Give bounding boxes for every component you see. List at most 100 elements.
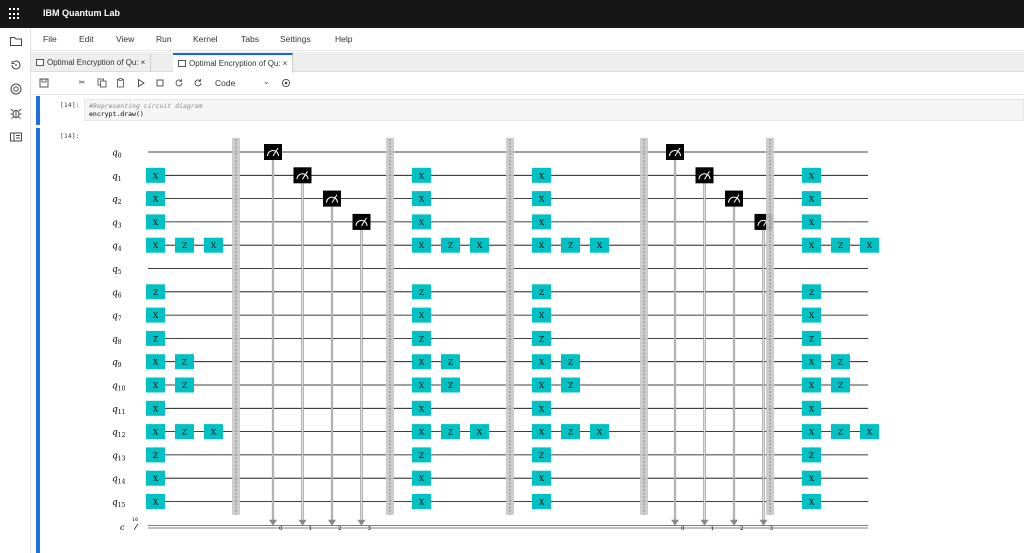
gate-label: X	[419, 218, 425, 227]
code-comment: #Representing circuit diagram	[89, 102, 203, 110]
gate-label: X	[539, 241, 545, 250]
gate-label: X	[419, 241, 425, 250]
chevron-down-icon[interactable]: ⌄	[263, 77, 270, 86]
notebook-toolbar: ✂ Code ⌄	[31, 73, 1024, 95]
measure-gate	[695, 167, 714, 184]
qubit-label: q11	[112, 405, 125, 416]
gate-label: X	[419, 171, 425, 180]
code-cell[interactable]: [14]: #Representing circuit diagram encr…	[36, 96, 1024, 125]
gate-label: Z	[568, 381, 573, 390]
qubit-label: q1	[112, 172, 122, 183]
gate-label: X	[153, 311, 159, 320]
qubit-label: q7	[112, 312, 122, 323]
gate-label: X	[539, 404, 545, 413]
gate-label: X	[419, 428, 425, 437]
tab-notebook-2[interactable]: Optimal Encryption of Qu: ×	[173, 53, 294, 73]
tab-notebook-1[interactable]: Optimal Encryption of Qu: ×	[31, 54, 152, 72]
gate-label: Z	[838, 428, 843, 437]
notebook-icon	[178, 60, 186, 67]
menu-file[interactable]: File	[43, 34, 57, 44]
close-icon[interactable]: ×	[283, 59, 288, 68]
output-prompt: [14]:	[60, 132, 80, 140]
gate-label: Z	[153, 451, 158, 460]
qubit-label: q2	[112, 195, 122, 206]
gate-label: X	[539, 428, 545, 437]
gate-label: Z	[448, 428, 453, 437]
app-switcher-icon[interactable]	[9, 8, 21, 20]
gate-label: X	[153, 428, 159, 437]
measure-arrow	[730, 519, 738, 526]
circuit-diagram: q0 q1 q2 q3 q4 q5 q6 q7 q8 q9 q10 q11 q12 q13 q14 q15 c 1…	[112, 138, 879, 532]
menu-help[interactable]: Help	[335, 34, 352, 44]
top-bar: IBM Quantum Lab	[0, 0, 1024, 28]
tab-label: Optimal Encryption of Qu:	[189, 59, 281, 68]
tab-bar: Optimal Encryption of Qu: × Optimal Encry…	[31, 52, 1024, 73]
gate-label: X	[153, 358, 159, 367]
qubit-label: q14	[112, 475, 126, 486]
debugger-icon[interactable]	[9, 106, 23, 120]
measure-bit-label: 0	[681, 526, 685, 532]
gate-label: X	[809, 311, 815, 320]
gate-label: X	[809, 498, 815, 507]
classical-size: 16	[132, 517, 138, 523]
save-icon[interactable]	[39, 78, 49, 88]
restart-icon[interactable]	[174, 78, 184, 88]
gate-label: Z	[838, 241, 843, 250]
stop-icon[interactable]	[155, 78, 165, 88]
gate-label: Z	[419, 288, 424, 297]
gate-label: Z	[568, 241, 573, 250]
run-icon[interactable]	[136, 78, 146, 88]
restart-run-all-icon[interactable]	[193, 78, 203, 88]
measure-gate	[323, 190, 341, 207]
menu-tabs[interactable]: Tabs	[241, 34, 259, 44]
menu-kernel[interactable]: Kernel	[193, 34, 218, 44]
gate-label: X	[809, 171, 815, 180]
gate-label: Z	[539, 334, 544, 343]
gate-label: X	[809, 381, 815, 390]
gate-label: X	[153, 171, 159, 180]
running-kernels-icon[interactable]	[9, 58, 23, 72]
gate-label: Z	[419, 334, 424, 343]
gate-label: X	[153, 218, 159, 227]
gate-label: Z	[182, 241, 187, 250]
cell-type-select[interactable]: Code	[215, 78, 235, 88]
paste-icon[interactable]	[116, 78, 126, 88]
qubit-label: q9	[112, 358, 122, 369]
classical-label: c	[120, 523, 125, 532]
gate-label: X	[597, 428, 603, 437]
gate-label: X	[539, 474, 545, 483]
classical-size-slash	[133, 523, 139, 530]
menu-run[interactable]: Run	[156, 34, 172, 44]
folder-icon[interactable]	[9, 34, 23, 48]
gate-label: Z	[153, 288, 158, 297]
menu-settings[interactable]: Settings	[280, 34, 311, 44]
close-icon[interactable]: ×	[141, 58, 146, 67]
app-title: IBM Quantum Lab	[43, 8, 120, 18]
gate-label: X	[419, 498, 425, 507]
gate-label: X	[419, 474, 425, 483]
copy-icon[interactable]	[97, 78, 107, 88]
table-of-contents-icon[interactable]	[9, 130, 23, 144]
menu-edit[interactable]: Edit	[79, 34, 94, 44]
input-prompt: [14]:	[60, 101, 80, 109]
gate-label: X	[809, 241, 815, 250]
qubit-label: q12	[112, 428, 126, 439]
qubit-label: q15	[112, 498, 126, 509]
qubit-label: q4	[112, 242, 122, 253]
cut-icon[interactable]: ✂	[77, 78, 87, 88]
gate-label: X	[539, 311, 545, 320]
measure-arrow	[357, 519, 366, 526]
code-line: encrypt.draw()	[89, 110, 144, 118]
gate-label: Z	[539, 451, 544, 460]
gate-label: X	[477, 241, 483, 250]
qubit-label: q0	[112, 149, 122, 160]
qubit-label: q5	[112, 265, 122, 276]
gate-label: X	[153, 498, 159, 507]
extension-icon[interactable]	[9, 82, 23, 96]
gate-label: X	[539, 498, 545, 507]
gate-label: X	[419, 195, 425, 204]
gate-label: X	[153, 381, 159, 390]
code-editor[interactable]: #Representing circuit diagram encrypt.dr…	[84, 99, 1024, 121]
menu-bar: File Edit View Run Kernel Tabs Settings …	[31, 28, 1024, 51]
menu-view[interactable]: View	[116, 34, 134, 44]
